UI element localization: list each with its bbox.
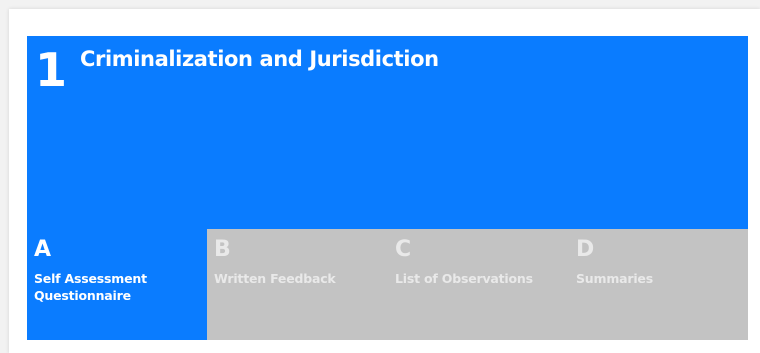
tab-label: Self Assessment Questionnaire	[34, 270, 207, 304]
chapter-header[interactable]: 1 Criminalization and Jurisdiction	[27, 36, 748, 229]
tab-letter: C	[395, 237, 412, 262]
tab-label: Summaries	[576, 271, 653, 286]
chapter-number: 1	[35, 43, 68, 97]
tab-letter: B	[214, 237, 231, 262]
tab-written-feedback[interactable]: B Written Feedback	[207, 229, 388, 340]
tab-bar: A Self Assessment Questionnaire B Writte…	[27, 229, 748, 340]
tab-list-of-observations[interactable]: C List of Observations	[388, 229, 569, 340]
tab-label-line: Self Assessment	[34, 271, 147, 286]
tab-letter: D	[576, 237, 595, 262]
tab-label-line: Questionnaire	[34, 288, 131, 303]
tab-summaries[interactable]: D Summaries	[569, 229, 748, 340]
tab-letter: A	[34, 237, 52, 262]
tab-label: List of Observations	[395, 271, 533, 286]
tab-self-assessment-questionnaire[interactable]: A Self Assessment Questionnaire	[27, 229, 207, 340]
chapter-title: Criminalization and Jurisdiction	[80, 47, 439, 71]
tab-label: Written Feedback	[214, 271, 336, 286]
